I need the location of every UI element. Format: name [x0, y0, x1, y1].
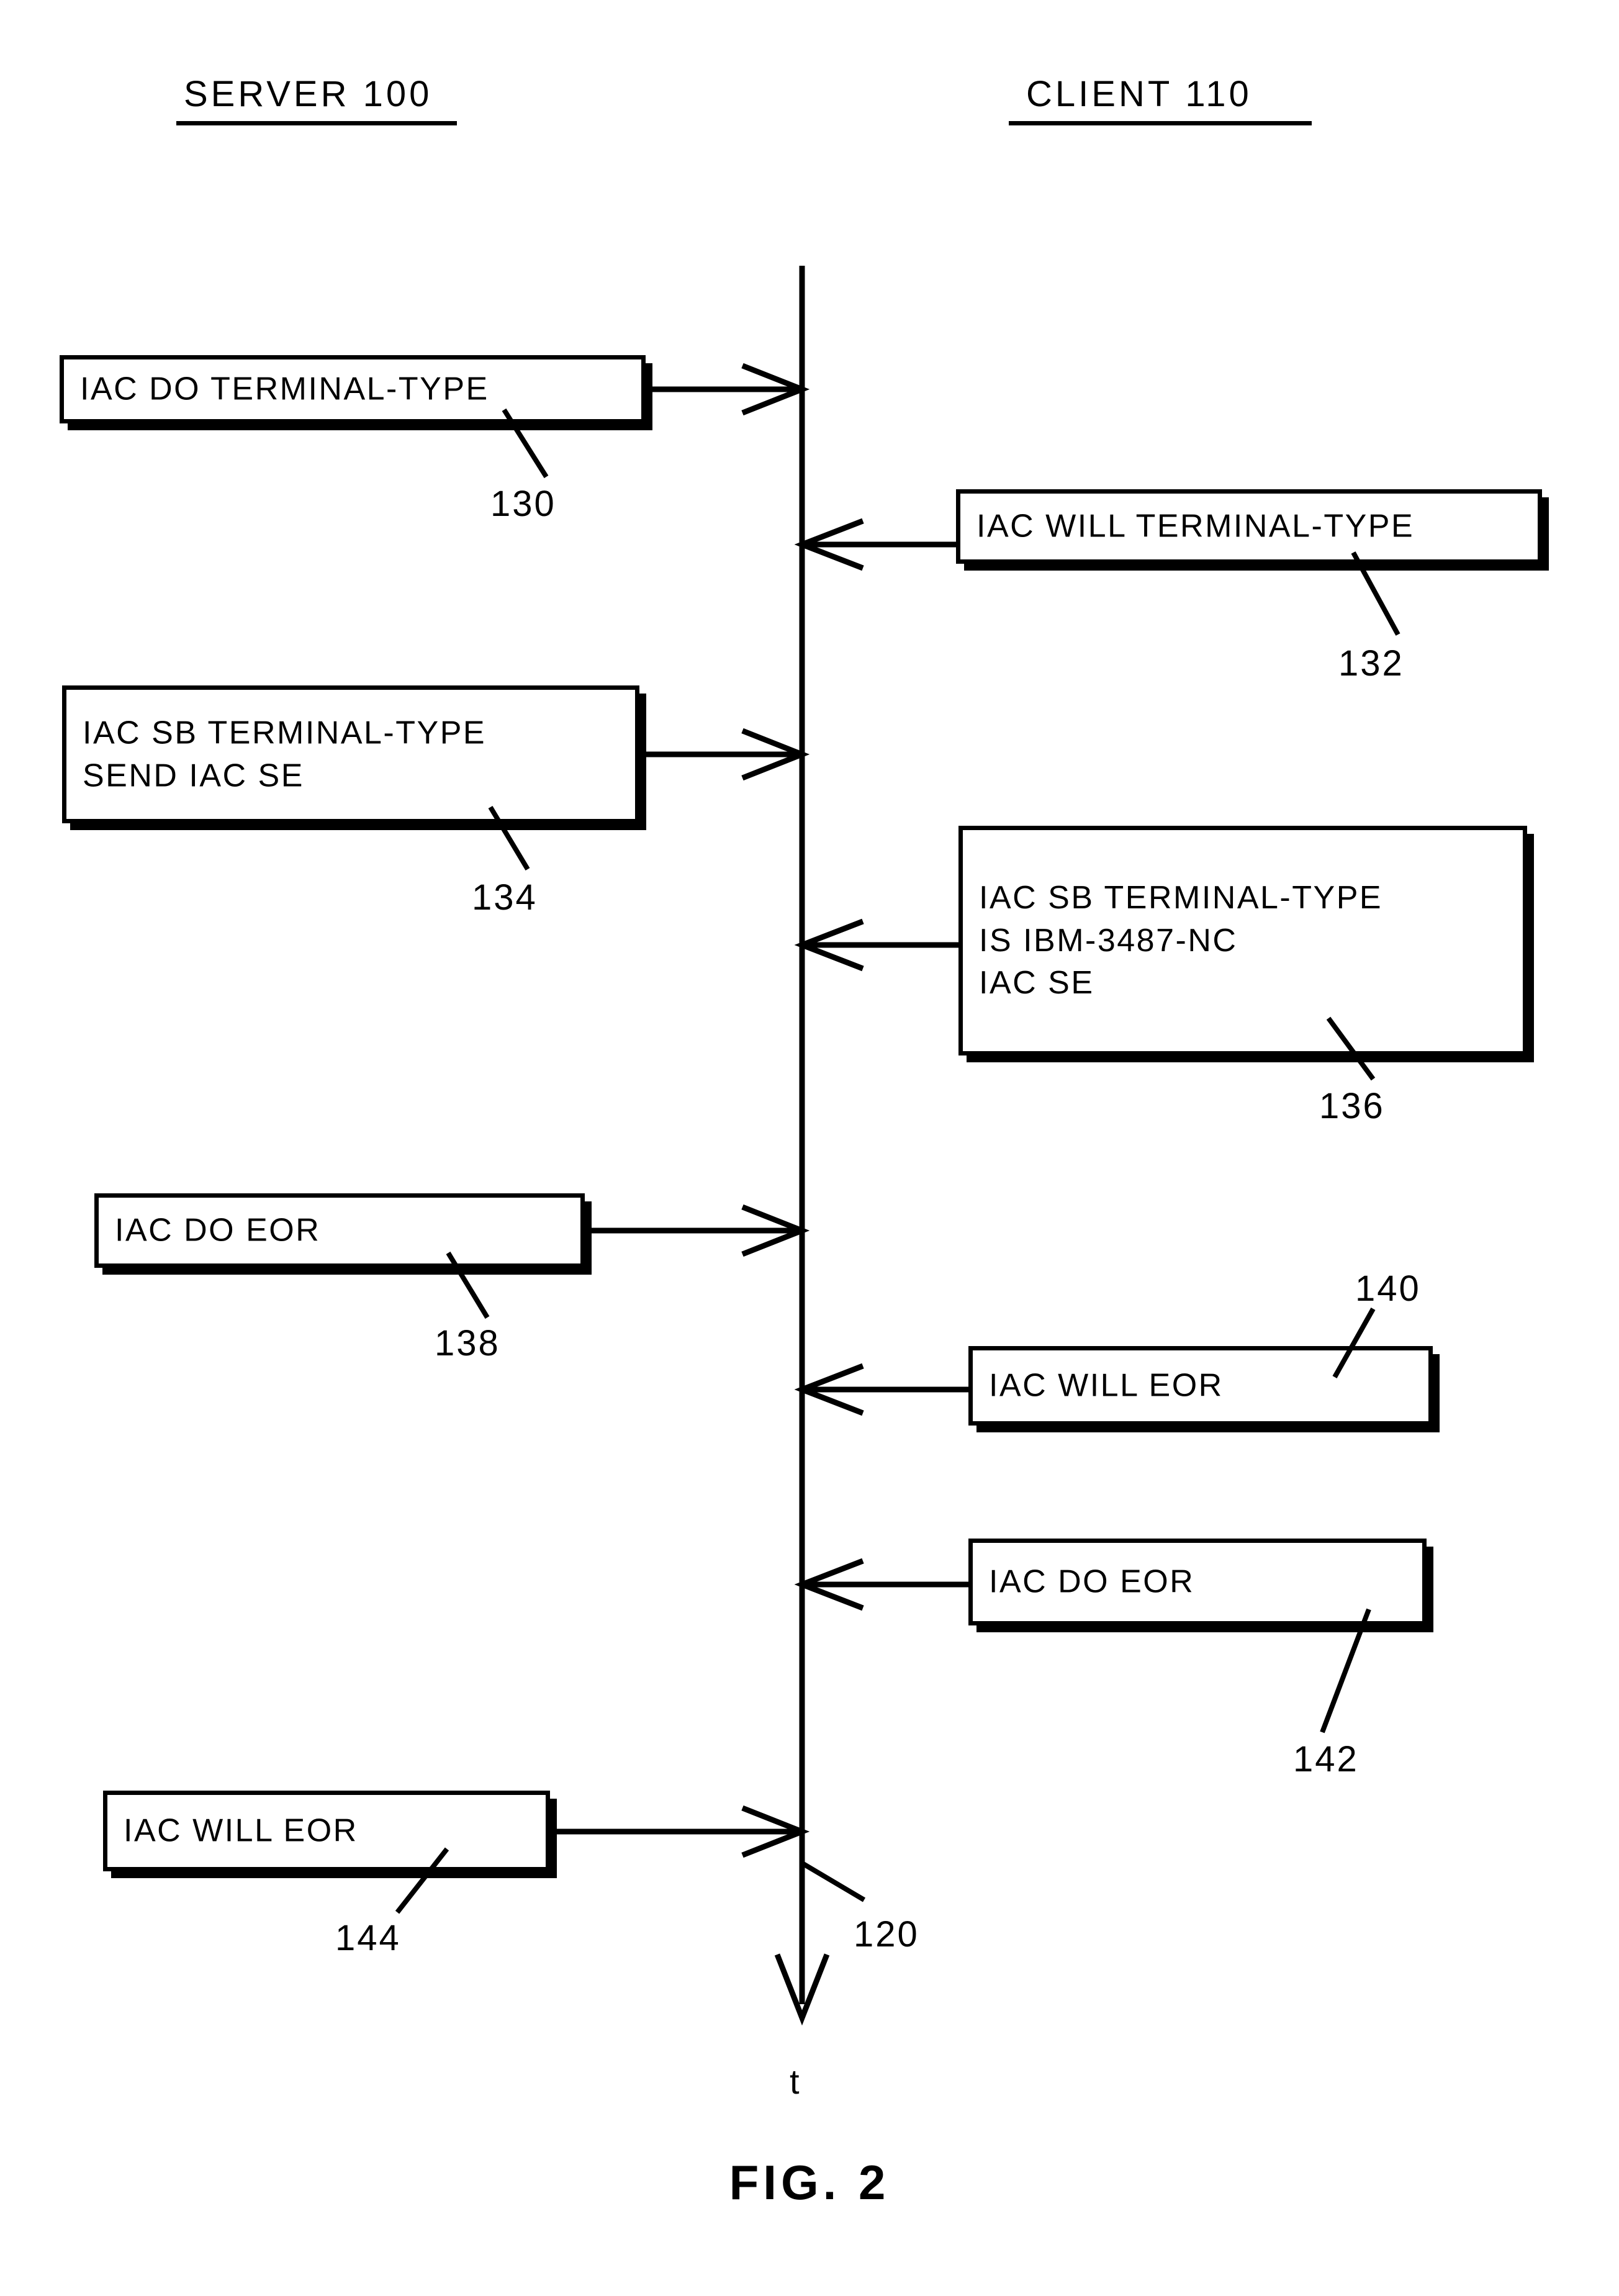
- reference-numeral-130: 130: [490, 484, 556, 524]
- reference-numeral-140: 140: [1355, 1268, 1421, 1309]
- message-box-142: IAC DO EOR: [968, 1539, 1427, 1625]
- reference-numeral-144: 144: [335, 1918, 401, 1958]
- message-box-130: IAC DO TERMINAL-TYPE: [60, 355, 646, 423]
- diagram-vector-layer: [395, 266, 1400, 2026]
- message-text-130: IAC DO TERMINAL-TYPE: [80, 371, 489, 407]
- message-box-136: IAC SB TERMINAL-TYPE IS IBM-3487-NC IAC …: [958, 826, 1527, 1055]
- reference-numeral-142: 142: [1293, 1739, 1359, 1779]
- figure-caption: FIG. 2: [729, 2155, 890, 2210]
- message-text-136: IAC SB TERMINAL-TYPE IS IBM-3487-NC IAC …: [979, 880, 1383, 1001]
- reference-numeral-120: 120: [854, 1914, 919, 1955]
- arrow-head-144: [741, 1805, 810, 1858]
- arrow-head-132: [794, 518, 864, 571]
- message-box-144: IAC WILL EOR: [103, 1791, 550, 1871]
- column-title-client: CLIENT 110: [1026, 74, 1252, 114]
- reference-numeral-134: 134: [472, 877, 538, 918]
- column-title-client-underline: [1009, 121, 1312, 125]
- column-title-server-underline: [176, 121, 457, 125]
- arrow-head-142: [794, 1558, 864, 1611]
- message-text-138: IAC DO EOR: [115, 1212, 321, 1249]
- message-box-140: IAC WILL EOR: [968, 1346, 1433, 1426]
- message-box-134: IAC SB TERMINAL-TYPE SEND IAC SE: [62, 685, 639, 823]
- reference-numeral-138: 138: [435, 1323, 500, 1363]
- arrow-head-136: [794, 918, 864, 972]
- message-text-134: IAC SB TERMINAL-TYPE SEND IAC SE: [83, 715, 487, 793]
- message-box-132: IAC WILL TERMINAL-TYPE: [956, 489, 1542, 564]
- timeline-axis-label: t: [790, 2062, 800, 2101]
- leader-line-142: [1320, 1608, 1371, 1733]
- reference-numeral-136: 136: [1319, 1086, 1385, 1126]
- arrow-head-138: [741, 1204, 810, 1257]
- timeline-arrowhead: [774, 1953, 830, 2026]
- arrow-head-140: [794, 1363, 864, 1416]
- arrow-head-130: [741, 363, 810, 416]
- patent-figure-page: SERVER 100 CLIENT 110 IAC DO TERMINAL-TY…: [0, 0, 1619, 2296]
- arrow-head-134: [741, 728, 810, 781]
- column-title-server: SERVER 100: [184, 74, 433, 114]
- leader-line-132: [1351, 551, 1400, 636]
- leader-line-120: [801, 1861, 866, 1902]
- message-text-140: IAC WILL EOR: [989, 1367, 1224, 1404]
- message-text-132: IAC WILL TERMINAL-TYPE: [976, 508, 1415, 545]
- reference-numeral-132: 132: [1338, 643, 1404, 684]
- message-text-142: IAC DO EOR: [989, 1563, 1195, 1600]
- message-box-138: IAC DO EOR: [94, 1193, 585, 1268]
- message-text-144: IAC WILL EOR: [124, 1812, 358, 1849]
